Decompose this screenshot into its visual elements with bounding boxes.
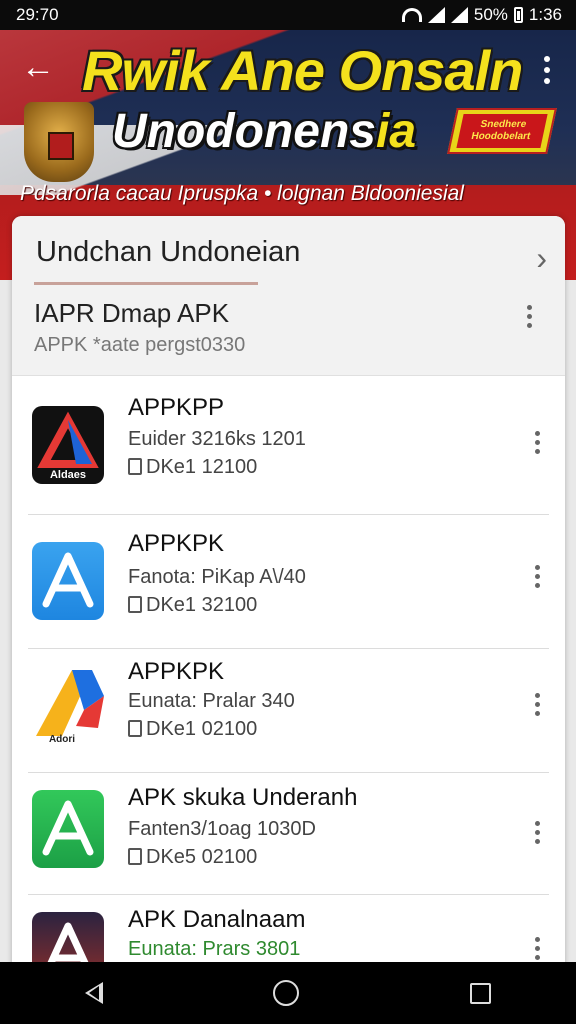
- app-name[interactable]: APK skuka Underanh: [128, 784, 357, 812]
- section-title: Undchan Undoneian: [36, 236, 301, 268]
- app-menu-button[interactable]: [527, 428, 547, 456]
- app-meta: Fanota: PiKap A\/40: [128, 566, 306, 588]
- green-a-icon: [32, 790, 104, 868]
- header-item-meta: APPK *aate pergst0330: [34, 334, 246, 356]
- app-size: DKe1 02100: [128, 718, 257, 741]
- status-clock: 1:36: [528, 5, 562, 24]
- overflow-menu-button[interactable]: [532, 50, 562, 90]
- banner-title-line2: Unodonensia: [112, 104, 416, 159]
- file-size-icon: [128, 848, 142, 865]
- app-size-value: DKe5 02100: [146, 846, 258, 868]
- app-meta: Eunata: Prars 3801: [128, 938, 301, 960]
- app-menu-button[interactable]: [527, 562, 547, 590]
- battery-icon: [513, 7, 523, 23]
- app-meta: Fanten3/1oag 1030D: [128, 818, 316, 840]
- status-time: 29:70: [16, 5, 59, 24]
- app-meta: Eunata: Pralar 340: [128, 690, 295, 712]
- header-item-menu-button[interactable]: [519, 302, 539, 330]
- header-item-title[interactable]: IAPR Dmap APK: [34, 298, 229, 329]
- blue-a-icon: [32, 542, 104, 620]
- app-size-value: DKe1 32100: [146, 594, 258, 616]
- nav-back-icon[interactable]: [85, 982, 104, 1004]
- divider: [28, 894, 549, 895]
- banner-subtitle: Pdsarorla cacau Ipruspka • lolgnan Bldoo…: [20, 182, 464, 205]
- file-size-icon: [128, 458, 142, 475]
- title-underline: [34, 282, 258, 285]
- app-list-card: Undchan Undoneian › IAPR Dmap APK APPK *…: [12, 216, 565, 976]
- status-bar: 29:70 50% 1:36: [0, 0, 576, 30]
- nav-home-icon[interactable]: [273, 980, 300, 1006]
- divider: [28, 772, 549, 773]
- app-menu-button[interactable]: [527, 690, 547, 718]
- app-size: DKe1 32100: [128, 594, 257, 617]
- app-size-value: DKe1 02100: [146, 718, 258, 740]
- card-header: Undchan Undoneian › IAPR Dmap APK APPK *…: [12, 216, 565, 376]
- promo-line1: Snedhere: [479, 119, 528, 130]
- system-nav-bar: [0, 962, 576, 1024]
- app-menu-button[interactable]: [527, 934, 547, 962]
- divider: [28, 648, 549, 649]
- promo-badge: Snedhere Hoodobelart: [447, 108, 557, 154]
- file-size-icon: [128, 596, 142, 613]
- chevron-right-icon[interactable]: ›: [536, 240, 547, 277]
- dark-triangle-icon: Aldaes: [32, 406, 104, 484]
- app-icon-label: Aldaes: [50, 469, 86, 481]
- app-name[interactable]: APK Danalnaam: [128, 906, 305, 934]
- app-name[interactable]: APPKPP: [128, 394, 224, 422]
- divider: [28, 514, 549, 515]
- arrow-left-icon: ←: [21, 48, 55, 86]
- app-size-value: DKe1 12100: [146, 456, 258, 478]
- app-icon-label: Adori: [49, 734, 75, 744]
- app-size: DKe1 12100: [128, 456, 257, 479]
- status-icons: 50% 1:36: [401, 5, 562, 25]
- file-size-icon: [128, 720, 142, 737]
- multicolor-a-icon: Adori: [32, 666, 104, 744]
- promo-line2: Hoodobelart: [470, 131, 532, 142]
- app-meta: Euider 3216ks 1201: [128, 428, 306, 450]
- app-size: DKe5 02100: [128, 846, 257, 869]
- app-menu-button[interactable]: [527, 818, 547, 846]
- signal-icon: [427, 7, 445, 23]
- battery-percent: 50%: [473, 5, 508, 24]
- app-name[interactable]: APPKPK: [128, 658, 224, 686]
- garuda-emblem-icon: [24, 102, 94, 182]
- banner-title-line1: Rwik Ane Onsaln: [82, 39, 523, 102]
- banner-title-line2-accent: ia: [375, 105, 417, 158]
- back-button[interactable]: ←: [18, 48, 58, 88]
- app-name[interactable]: APPKPK: [128, 530, 224, 558]
- signal-icon-2: [450, 7, 468, 23]
- wifi-icon: [401, 8, 422, 22]
- nav-recents-icon[interactable]: [469, 982, 491, 1004]
- banner-title-line2-main: Unodonens: [112, 105, 376, 158]
